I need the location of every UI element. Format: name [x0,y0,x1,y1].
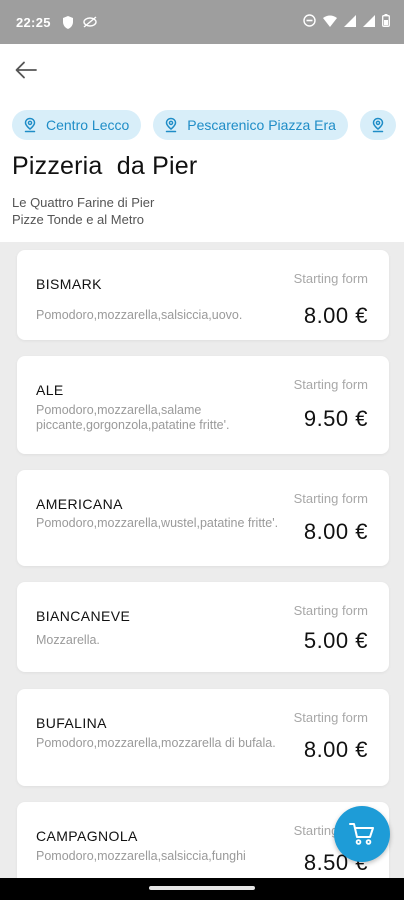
wifi-icon [323,15,337,30]
item-name: BISMARK [36,276,102,292]
location-chip[interactable]: Centro Lecco [12,110,142,140]
location-chips: Centro Lecco Pescarenico Piazza Era [12,110,396,140]
menu-item-card[interactable]: BUFALINA Pomodoro,mozzarella,mozzarella … [17,689,389,786]
location-chip-partial[interactable] [359,110,396,140]
item-description: Pomodoro,mozzarella,salsiccia,funghi [36,849,246,863]
location-chip-label: Pescarenico Piazza Era [187,117,336,133]
subtitle-line: Pizze Tonde e al Metro [12,212,144,227]
item-description: Pomodoro,mozzarella,salame piccante,gorg… [36,403,230,432]
item-name: ALE [36,382,64,398]
restaurant-subtitle: Le Quattro Farine di Pier Pizze Tonde e … [12,194,154,228]
menu-item-card[interactable]: BISMARK Pomodoro,mozzarella,salsiccia,uo… [17,250,389,340]
location-pin-icon [163,117,179,133]
restaurant-header: Centro Lecco Pescarenico Piazza Era Pizz… [0,44,404,242]
location-chip-label: Centro Lecco [46,117,130,133]
signal-icon [344,14,356,30]
item-description: Pomodoro,mozzarella,wustel,patatine frit… [36,516,279,530]
item-description: Pomodoro,mozzarella,salsiccia,uovo. [36,308,243,322]
starting-from-label: Starting form [293,603,368,618]
visibility-off-icon [83,15,97,29]
shield-icon [61,15,75,29]
item-name: AMERICANA [36,496,123,512]
status-bar: 22:25 [0,0,404,44]
starting-from-label: Starting form [293,710,368,725]
subtitle-line: Le Quattro Farine di Pier [12,195,155,210]
item-price: 8.00 € [303,737,368,762]
item-name: CAMPAGNOLA [36,828,138,844]
item-price: 8.00 € [303,519,368,544]
do-not-disturb-icon [303,14,316,30]
battery-icon [382,14,390,30]
item-price: 5.00 € [303,628,368,653]
menu-item-card[interactable]: AMERICANA Pomodoro,mozzarella,wustel,pat… [17,470,389,566]
item-price: 9.50 € [303,406,368,431]
back-arrow-icon [15,61,37,79]
starting-from-label: Starting form [293,491,368,506]
cart-icon [349,823,374,845]
restaurant-title: Pizzeria da Pier [12,152,198,180]
item-price: 8.00 € [303,303,368,328]
item-name: BUFALINA [36,715,107,731]
cart-button[interactable] [334,806,390,862]
location-chip[interactable]: Pescarenico Piazza Era [153,110,348,140]
starting-from-label: Starting form [293,377,368,392]
menu-item-card[interactable]: CAMPAGNOLA Pomodoro,mozzarella,salsiccia… [17,802,389,878]
signal-2-icon [363,14,375,30]
menu-list[interactable]: BISMARK Pomodoro,mozzarella,salsiccia,uo… [0,242,404,878]
back-button[interactable] [12,56,40,84]
menu-item-card[interactable]: ALE Pomodoro,mozzarella,salame piccante,… [17,356,389,454]
item-description: Pomodoro,mozzarella,mozzarella di bufala… [36,736,276,750]
item-description: Mozzarella. [36,633,100,647]
item-name: BIANCANEVE [36,608,131,624]
location-pin-icon [370,117,386,133]
system-navigation-bar [0,878,404,900]
starting-from-label: Starting form [293,271,368,286]
home-gesture-handle[interactable] [149,886,255,890]
status-time: 22:25 [16,14,51,30]
location-pin-icon [22,117,38,133]
menu-item-card[interactable]: BIANCANEVE Mozzarella. Starting form 5.0… [17,582,389,672]
